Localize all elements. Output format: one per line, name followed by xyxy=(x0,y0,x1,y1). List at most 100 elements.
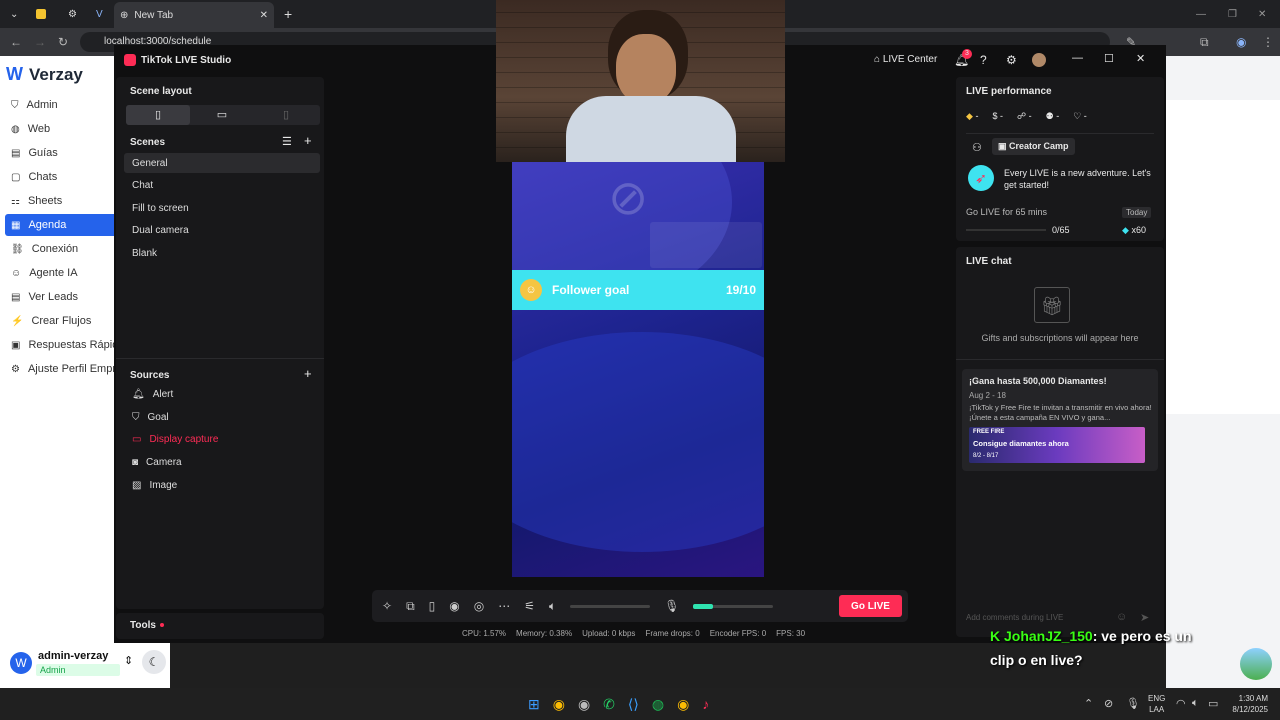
close-icon[interactable]: ✕ xyxy=(1136,52,1145,65)
language-indicator[interactable]: ENG LAA xyxy=(1148,693,1165,715)
add-scene-source-icon[interactable]: ⧉ xyxy=(406,599,415,614)
magic-icon[interactable]: ✧ xyxy=(382,599,392,613)
minimize-icon[interactable]: — xyxy=(1072,52,1083,64)
dual-layout-icon[interactable]: ▯ xyxy=(254,105,318,125)
widget-icon[interactable] xyxy=(1240,648,1272,680)
source-item[interactable]: ◙ Camera xyxy=(132,457,182,468)
tab-dropdown-icon[interactable]: ⌄ xyxy=(4,4,24,24)
maximize-icon[interactable]: ☐ xyxy=(1104,52,1114,65)
clock[interactable]: 1:30 AM 8/12/2025 xyxy=(1226,693,1268,715)
microphone-icon[interactable]: 🎙︎ xyxy=(664,599,679,613)
scene-item[interactable]: General xyxy=(124,153,320,173)
creator-camp-button[interactable]: ▣ Creator Camp xyxy=(992,138,1075,155)
minimize-icon[interactable]: — xyxy=(1190,4,1212,24)
source-item[interactable]: 🔔︎ Alert xyxy=(132,389,173,400)
profile-avatar[interactable] xyxy=(1032,53,1046,67)
chrome-icon-2[interactable]: ◉ xyxy=(677,696,689,713)
person-edit-icon[interactable]: ⚇ xyxy=(972,141,982,154)
whatsapp-icon[interactable]: ✆ xyxy=(603,696,615,713)
send-icon[interactable]: ➤ xyxy=(1140,611,1149,624)
sidebar-item-conexi-n[interactable]: ⛓ Conexión xyxy=(5,238,117,260)
source-item[interactable]: ▭ Display capture xyxy=(132,434,218,445)
promo-banner[interactable]: FREE FIRE Consigue diamantes ahora 8/2 -… xyxy=(969,427,1145,463)
equalizer-icon[interactable]: ⚟ xyxy=(524,599,535,613)
profile-icon[interactable]: ◉ xyxy=(1236,35,1246,49)
sidebar-item-agenda[interactable]: ▦ Agenda xyxy=(5,214,117,236)
verzay-logo[interactable]: W Verzay xyxy=(6,64,83,85)
metric-followers[interactable]: ⚉ - xyxy=(1046,111,1060,122)
promo-card[interactable]: ¡Gana hasta 500,000 Diamantes! Aug 2 - 1… xyxy=(962,369,1158,471)
close-tab-icon[interactable]: ✕ xyxy=(260,10,268,21)
restore-icon[interactable]: ❐ xyxy=(1222,4,1243,24)
dark-mode-toggle[interactable]: ☾ xyxy=(142,650,166,674)
speaker-volume-slider[interactable] xyxy=(570,604,651,608)
network-off-icon[interactable]: ⊘ xyxy=(1104,697,1113,710)
chevron-updown-icon[interactable]: ⇕ xyxy=(124,654,133,667)
sidebar-item-gu-as[interactable]: ▤ Guías xyxy=(5,142,117,164)
tiktok-icon[interactable]: ♪ xyxy=(702,696,709,713)
sidebar-item-sheets[interactable]: ⚏ Sheets xyxy=(5,190,117,212)
follower-goal-widget[interactable]: ☺ Follower goal 19/10 xyxy=(512,270,764,310)
sidebar-item-agente-ia[interactable]: ☺ Agente IA xyxy=(5,262,117,284)
reload-icon[interactable]: ↻ xyxy=(58,35,68,49)
phone-icon[interactable]: ▯ xyxy=(429,599,436,613)
scene-item[interactable]: Chat xyxy=(124,176,320,196)
portrait-layout-icon[interactable]: ▯ xyxy=(126,105,190,125)
speaker-icon[interactable]: 🔈︎ xyxy=(549,599,556,614)
add-scene-icon[interactable]: + xyxy=(304,133,312,148)
source-item[interactable]: ▨ Image xyxy=(132,480,177,491)
metric-earnings[interactable]: $ - xyxy=(992,111,1003,122)
tools-panel[interactable]: Tools xyxy=(116,613,324,639)
wifi-icon[interactable]: ◠ xyxy=(1176,697,1186,710)
stream-preview[interactable]: ⊘ ☺ Follower goal 19/10 xyxy=(512,162,764,577)
forward-icon[interactable]: → xyxy=(34,35,46,49)
chrome-icon[interactable]: ◉ xyxy=(553,696,565,713)
help-icon[interactable]: ? xyxy=(980,53,987,67)
go-live-button[interactable]: Go LIVE xyxy=(839,595,902,617)
scene-item[interactable]: Dual camera xyxy=(124,221,320,241)
zap-icon: ▣ xyxy=(11,339,21,351)
scene-item[interactable]: Fill to screen xyxy=(124,198,320,218)
back-icon[interactable]: ← xyxy=(10,35,22,49)
vscode-icon[interactable]: ⟨⟩ xyxy=(628,696,639,713)
replay-icon[interactable]: ◎ xyxy=(474,599,484,613)
tray-chevron-icon[interactable]: ⌃ xyxy=(1084,697,1093,710)
sidebar-item-chats[interactable]: ▢ Chats xyxy=(5,166,117,188)
start-icon[interactable]: ⊞ xyxy=(528,696,540,713)
new-tab-button[interactable]: + xyxy=(278,4,298,24)
more-icon[interactable]: ⋯ xyxy=(498,599,510,613)
menu-icon[interactable]: ⋮ xyxy=(1262,35,1274,49)
sidebar-item-respuestas-r-pidas[interactable]: ▣ Respuestas Rápidas xyxy=(5,334,117,356)
spotify-icon[interactable]: ◍ xyxy=(652,696,664,713)
tab-new-tab[interactable]: ⊕ New Tab ✕ xyxy=(114,2,274,28)
sidebar-item-admin[interactable]: ⛉ Admin xyxy=(5,94,117,116)
extensions-icon[interactable]: ⧉ xyxy=(1200,35,1209,50)
mic-tray-icon[interactable]: 🎙︎ xyxy=(1126,697,1140,710)
add-source-icon[interactable]: + xyxy=(304,366,312,381)
settings-icon[interactable]: ⚙ xyxy=(1006,53,1017,67)
live-center-button[interactable]: ⌂ LIVE Center xyxy=(874,54,937,65)
metric-viewers[interactable]: ☍ - xyxy=(1017,111,1032,122)
list-icon[interactable]: ☰ xyxy=(282,135,292,148)
chat-input[interactable]: Add comments during LIVE xyxy=(966,613,1063,622)
pinned-tab-3[interactable]: V xyxy=(90,4,109,24)
emoji-icon[interactable]: ☺ xyxy=(1116,611,1127,623)
metric-likes[interactable]: ♡ - xyxy=(1073,111,1087,122)
user-card[interactable]: W admin-verzay Admin ⇕ ☾ xyxy=(0,640,170,688)
sidebar-item-ajuste-perfil-empresa[interactable]: ⚙ Ajuste Perfil Empresa xyxy=(5,358,117,380)
sidebar-item-web[interactable]: ◍ Web xyxy=(5,118,117,140)
sidebar-item-crear-flujos[interactable]: ⚡ Crear Flujos xyxy=(5,310,117,332)
volume-icon[interactable]: 🔈︎ xyxy=(1192,697,1199,710)
source-item[interactable]: ⛉ Goal xyxy=(132,412,169,423)
sidebar-item-ver-leads[interactable]: ▤ Ver Leads xyxy=(5,286,117,308)
pinned-tab-2[interactable]: ⚙ xyxy=(62,4,83,24)
mic-volume-slider[interactable] xyxy=(693,603,774,609)
window-close-icon[interactable]: ✕ xyxy=(1252,4,1272,24)
scene-item[interactable]: Blank xyxy=(124,243,320,263)
metric-diamonds[interactable]: ◆ - xyxy=(966,111,978,122)
pinned-tab-1[interactable] xyxy=(30,4,52,24)
battery-icon[interactable]: ▭ xyxy=(1208,697,1218,710)
chrome-profile-icon[interactable]: ◉ xyxy=(578,696,590,713)
record-icon[interactable]: ◉ xyxy=(449,599,459,613)
landscape-layout-icon[interactable]: ▭ xyxy=(190,105,254,125)
